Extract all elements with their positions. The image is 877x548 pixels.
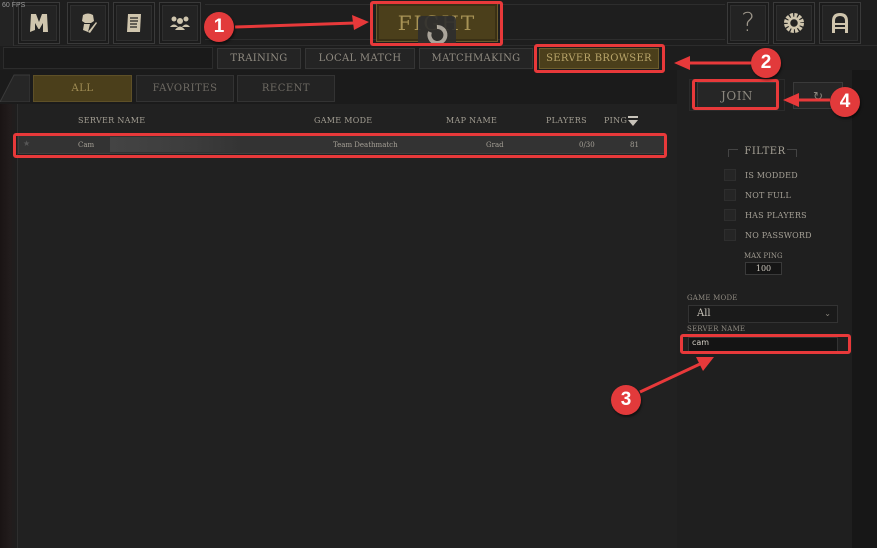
character-button[interactable] [67,2,109,44]
settings-button[interactable] [773,2,815,44]
help-icon: ? [741,8,755,38]
tab-matchmaking[interactable]: MATCHMAKING [419,48,533,69]
settings-icon [784,13,804,33]
filter-not-full[interactable]: NOT FULL [724,189,791,201]
filter-label: NO PASSWORD [745,230,812,240]
server-list-panel: SERVER NAME GAME MODE MAP NAME PLAYERS P… [17,104,677,548]
cell-game-mode: Team Deathmatch [333,141,398,149]
game-mode-select[interactable]: All ⌄ [688,305,838,323]
max-ping-label: MAX PING [744,252,783,260]
filter-is-modded[interactable]: IS MODDED [724,169,798,181]
mode-tabs: TRAINING LOCAL MATCH MATCHMAKING SERVER … [0,46,877,70]
redacted-region [110,137,240,152]
refresh-icon: ↻ [812,88,824,103]
social-button[interactable] [159,2,201,44]
filter-label: IS MODDED [745,170,798,180]
checkbox[interactable] [724,209,736,221]
sub-tabs-edge-decoration [0,74,30,102]
tab-training[interactable]: TRAINING [217,48,301,69]
filter-no-password[interactable]: NO PASSWORD [724,229,812,241]
filter-has-players[interactable]: HAS PLAYERS [724,209,807,221]
exit-button[interactable] [819,2,861,44]
checkbox[interactable] [724,169,736,181]
table-header: SERVER NAME GAME MODE MAP NAME PLAYERS P… [18,112,678,130]
right-edge [852,70,877,548]
sort-descending-icon[interactable] [627,115,639,127]
column-server-name[interactable]: SERVER NAME [78,116,145,125]
cell-map-name: Grad [486,141,504,149]
social-group-icon [170,16,190,30]
max-ping-input[interactable]: 100 [745,262,782,275]
checkbox[interactable] [724,229,736,241]
column-ping[interactable]: PING [604,116,627,125]
log-button[interactable] [113,2,155,44]
left-shade [0,104,17,548]
server-name-input[interactable]: cam [688,337,838,352]
column-players[interactable]: PLAYERS [546,116,587,125]
scroll-log-icon [127,14,141,32]
chevron-down-icon: ⌄ [824,309,831,318]
fps-counter: 60 FPS [2,2,26,9]
exit-door-icon [832,13,848,33]
character-customize-icon [82,13,97,33]
join-button[interactable]: JOIN [697,82,777,109]
mode-tabs-spacer [3,47,213,69]
tab-all[interactable]: ALL [33,75,132,102]
game-mode-value: All [697,308,711,319]
filter-bracket-right [787,149,797,157]
checkbox[interactable] [724,189,736,201]
server-name-label: SERVER NAME [687,325,746,333]
cell-server-name: Cam [78,141,95,149]
main-menu-icon [30,14,48,32]
loading-spinner-icon [427,25,448,45]
tab-recent[interactable]: RECENT [237,75,335,102]
filter-label: NOT FULL [745,190,791,200]
cell-players: 0/30 [579,141,595,149]
column-map-name[interactable]: MAP NAME [446,116,497,125]
favorite-star-icon[interactable]: ★ [23,139,30,148]
cell-ping: 81 [630,141,639,149]
game-mode-label: GAME MODE [687,294,738,302]
tab-local-match[interactable]: LOCAL MATCH [305,48,415,69]
column-game-mode[interactable]: GAME MODE [314,116,372,125]
tab-server-browser[interactable]: SERVER BROWSER [539,48,659,69]
tab-favorites[interactable]: FAVORITES [136,75,234,102]
filter-label: HAS PLAYERS [745,210,807,220]
table-row[interactable]: ★ Cam Team Deathmatch Grad 0/30 81 [18,135,666,154]
refresh-button[interactable]: ↻ [793,82,843,109]
help-button[interactable]: ? [727,2,769,44]
